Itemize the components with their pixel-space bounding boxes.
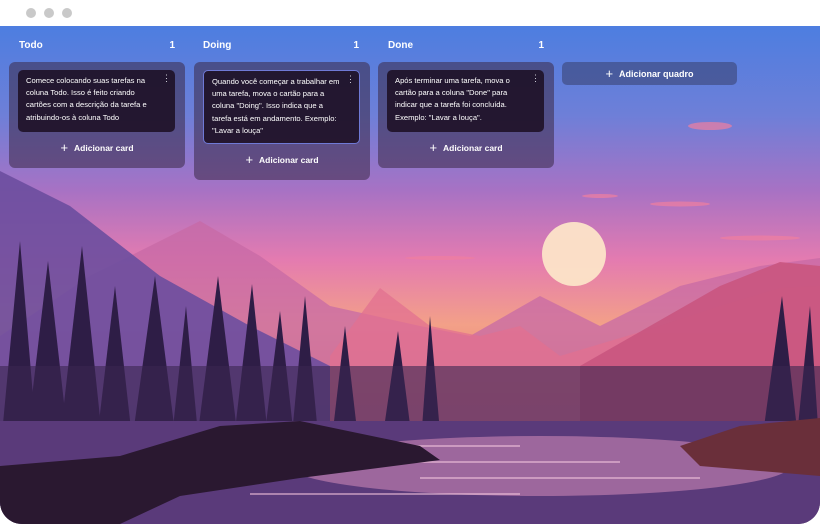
kanban-board: Todo 1 Doing 1 Done 1 Comece colocando s… [0,26,820,524]
column-count: 1 [538,40,544,51]
more-vertical-icon[interactable]: ⋮ [346,75,355,85]
plus-icon: + [605,66,614,81]
window-dot-maximize[interactable] [62,8,72,18]
column-todo: Comece colocando suas tarefas na coluna … [9,62,185,168]
plus-icon: + [245,152,254,167]
add-card-label: Adicionar card [443,143,503,153]
add-card-button[interactable]: + Adicionar card [194,151,370,169]
task-card[interactable]: Comece colocando suas tarefas na coluna … [18,70,175,132]
title-bar [0,0,820,26]
card-text: Após terminar uma tarefa, mova o cartão … [395,76,510,122]
column-title: Doing [203,40,232,51]
add-card-label: Adicionar card [74,143,134,153]
column-title: Todo [19,40,43,51]
card-text: Quando você começar a trabalhar em uma t… [212,77,340,135]
plus-icon: + [60,140,69,155]
add-card-label: Adicionar card [259,155,319,165]
column-doing: Quando você começar a trabalhar em uma t… [194,62,370,180]
column-header-todo: Todo 1 [19,40,175,54]
card-text: Comece colocando suas tarefas na coluna … [26,76,147,122]
column-header-doing: Doing 1 [203,40,359,54]
column-count: 1 [169,40,175,51]
app-window: Todo 1 Doing 1 Done 1 Comece colocando s… [0,0,820,524]
task-card[interactable]: Quando você começar a trabalhar em uma t… [203,70,360,144]
more-vertical-icon[interactable]: ⋮ [531,74,540,84]
column-header-done: Done 1 [388,40,544,54]
column-done: Após terminar uma tarefa, mova o cartão … [378,62,554,168]
add-board-label: Adicionar quadro [619,69,694,79]
window-dot-close[interactable] [26,8,36,18]
task-card[interactable]: Após terminar uma tarefa, mova o cartão … [387,70,544,132]
add-board-button[interactable]: + Adicionar quadro [562,62,737,85]
add-card-button[interactable]: + Adicionar card [378,139,554,157]
column-count: 1 [353,40,359,51]
window-dot-minimize[interactable] [44,8,54,18]
add-card-button[interactable]: + Adicionar card [9,139,185,157]
plus-icon: + [429,140,438,155]
more-vertical-icon[interactable]: ⋮ [162,74,171,84]
column-title: Done [388,40,413,51]
